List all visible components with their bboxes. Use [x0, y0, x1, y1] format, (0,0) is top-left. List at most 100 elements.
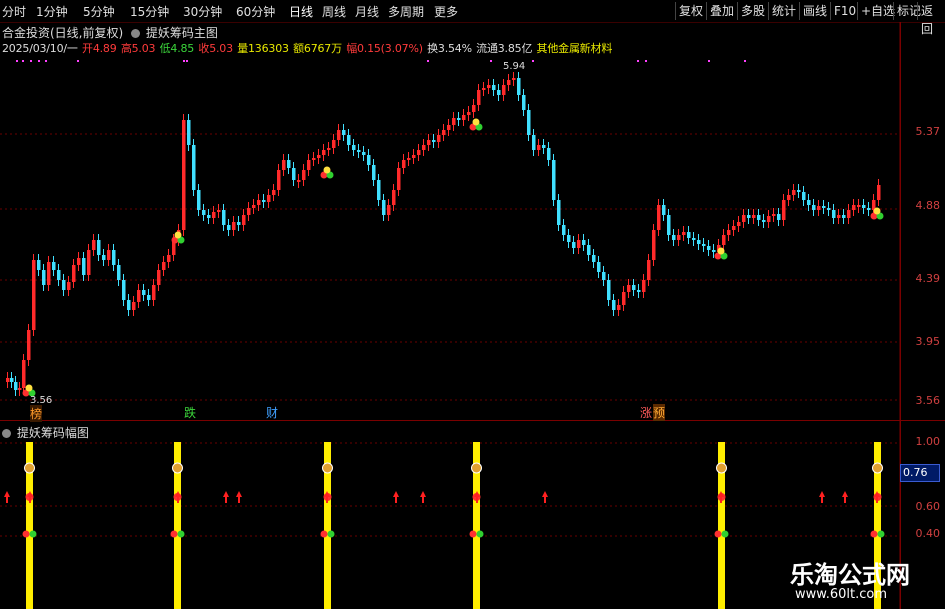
- red-chip-icon: [320, 530, 328, 538]
- candle-body: [372, 165, 376, 180]
- money-bag-icon: [716, 462, 727, 474]
- candle-body: [597, 262, 601, 272]
- candle-body: [522, 95, 526, 110]
- candle-body: [632, 285, 636, 290]
- candle-body: [282, 160, 286, 170]
- candle-body: [142, 290, 146, 295]
- candle-body: [767, 216, 771, 222]
- candle-body: [207, 215, 211, 218]
- candle-body: [507, 80, 511, 85]
- candle-body: [637, 290, 641, 292]
- money-bag-icon: [872, 462, 883, 474]
- candle-body: [312, 158, 316, 160]
- candle-body: [647, 260, 651, 280]
- event-mark-bang[interactable]: 榜: [30, 405, 43, 422]
- candle-body: [62, 280, 66, 290]
- candle-body: [457, 118, 461, 120]
- candle-body: [837, 215, 841, 218]
- current-value-badge: 0.76: [900, 464, 940, 482]
- candle-body: [787, 195, 791, 200]
- chip-cluster-icon: [873, 207, 881, 215]
- candle-body: [162, 262, 166, 270]
- price-tick: 4.88: [915, 199, 941, 212]
- candle-body: [737, 222, 741, 226]
- sub-axis-tick: 0.40: [915, 527, 941, 540]
- candle-body: [482, 88, 486, 90]
- candle-body: [497, 90, 501, 95]
- candle-body: [857, 205, 861, 207]
- candle-body: [777, 214, 781, 220]
- top-signal-dot: [38, 60, 40, 62]
- candle-body: [442, 130, 446, 135]
- candle-body: [602, 272, 606, 280]
- candle-body: [642, 280, 646, 292]
- candle-body: [697, 240, 701, 244]
- up-arrow-icon: [420, 491, 426, 497]
- candle-body: [102, 255, 106, 260]
- green-chip-icon: [29, 530, 37, 538]
- sub-axis-tick: 1.00: [915, 435, 941, 448]
- candle-body: [577, 240, 581, 248]
- candle-body: [687, 232, 691, 238]
- candle-body: [427, 140, 431, 145]
- candle-body: [72, 265, 76, 282]
- candle-body: [862, 205, 866, 208]
- candle-body: [252, 205, 256, 208]
- candle-body: [582, 240, 586, 245]
- candle-body: [867, 208, 871, 210]
- candle-body: [157, 270, 161, 285]
- candle-body: [832, 210, 836, 218]
- candle-body: [322, 150, 326, 155]
- candle-body: [822, 206, 826, 208]
- candle-body: [132, 302, 136, 310]
- green-chip-icon: [476, 530, 484, 538]
- candle-body: [82, 258, 86, 275]
- candle-body: [667, 215, 671, 235]
- event-mark-die[interactable]: 跌: [184, 404, 196, 421]
- candle-body: [112, 250, 116, 265]
- top-signal-dot: [22, 60, 24, 62]
- top-signal-dot: [45, 60, 47, 62]
- money-bag-icon: [322, 462, 333, 474]
- red-chip-icon: [469, 530, 477, 538]
- chip-cluster-icon: [323, 166, 331, 174]
- candle-body: [332, 140, 336, 148]
- candle-body: [447, 125, 451, 130]
- candle-body: [242, 215, 246, 225]
- event-mark-zhang[interactable]: 涨: [640, 404, 652, 421]
- red-chip-icon: [22, 530, 30, 538]
- candle-body: [6, 378, 10, 382]
- candle-body: [797, 190, 801, 192]
- candle-body: [532, 135, 536, 150]
- chip-cluster-icon: [472, 118, 480, 126]
- candle-body: [817, 206, 821, 210]
- candle-body: [32, 260, 36, 330]
- candle-body: [827, 208, 831, 210]
- candle-body: [387, 205, 391, 215]
- top-signal-dot: [427, 60, 429, 62]
- candle-body: [422, 145, 426, 150]
- sub-indicator-name[interactable]: 提妖筹码幅图: [17, 426, 89, 440]
- kline-chart[interactable]: [0, 0, 945, 609]
- candle-body: [187, 120, 191, 145]
- sub-indicator-circle-icon[interactable]: [2, 429, 11, 438]
- candle-body: [297, 180, 301, 182]
- price-tick: 5.37: [915, 125, 941, 138]
- money-bag-icon: [24, 462, 35, 474]
- event-mark-yu[interactable]: 预: [653, 404, 666, 421]
- panel-divider: [0, 420, 945, 421]
- candle-body: [407, 158, 411, 160]
- candle-body: [657, 205, 661, 230]
- green-chip-icon: [877, 530, 885, 538]
- candle-body: [847, 210, 851, 218]
- candle-body: [472, 105, 476, 112]
- event-mark-cai[interactable]: 财: [266, 404, 278, 421]
- price-tick: 4.39: [915, 272, 941, 285]
- candle-body: [347, 135, 351, 145]
- candle-body: [232, 222, 236, 230]
- up-arrow-icon: [223, 491, 229, 497]
- candle-body: [192, 145, 196, 190]
- candle-body: [587, 245, 591, 255]
- candle-body: [377, 180, 381, 200]
- candle-body: [662, 205, 666, 215]
